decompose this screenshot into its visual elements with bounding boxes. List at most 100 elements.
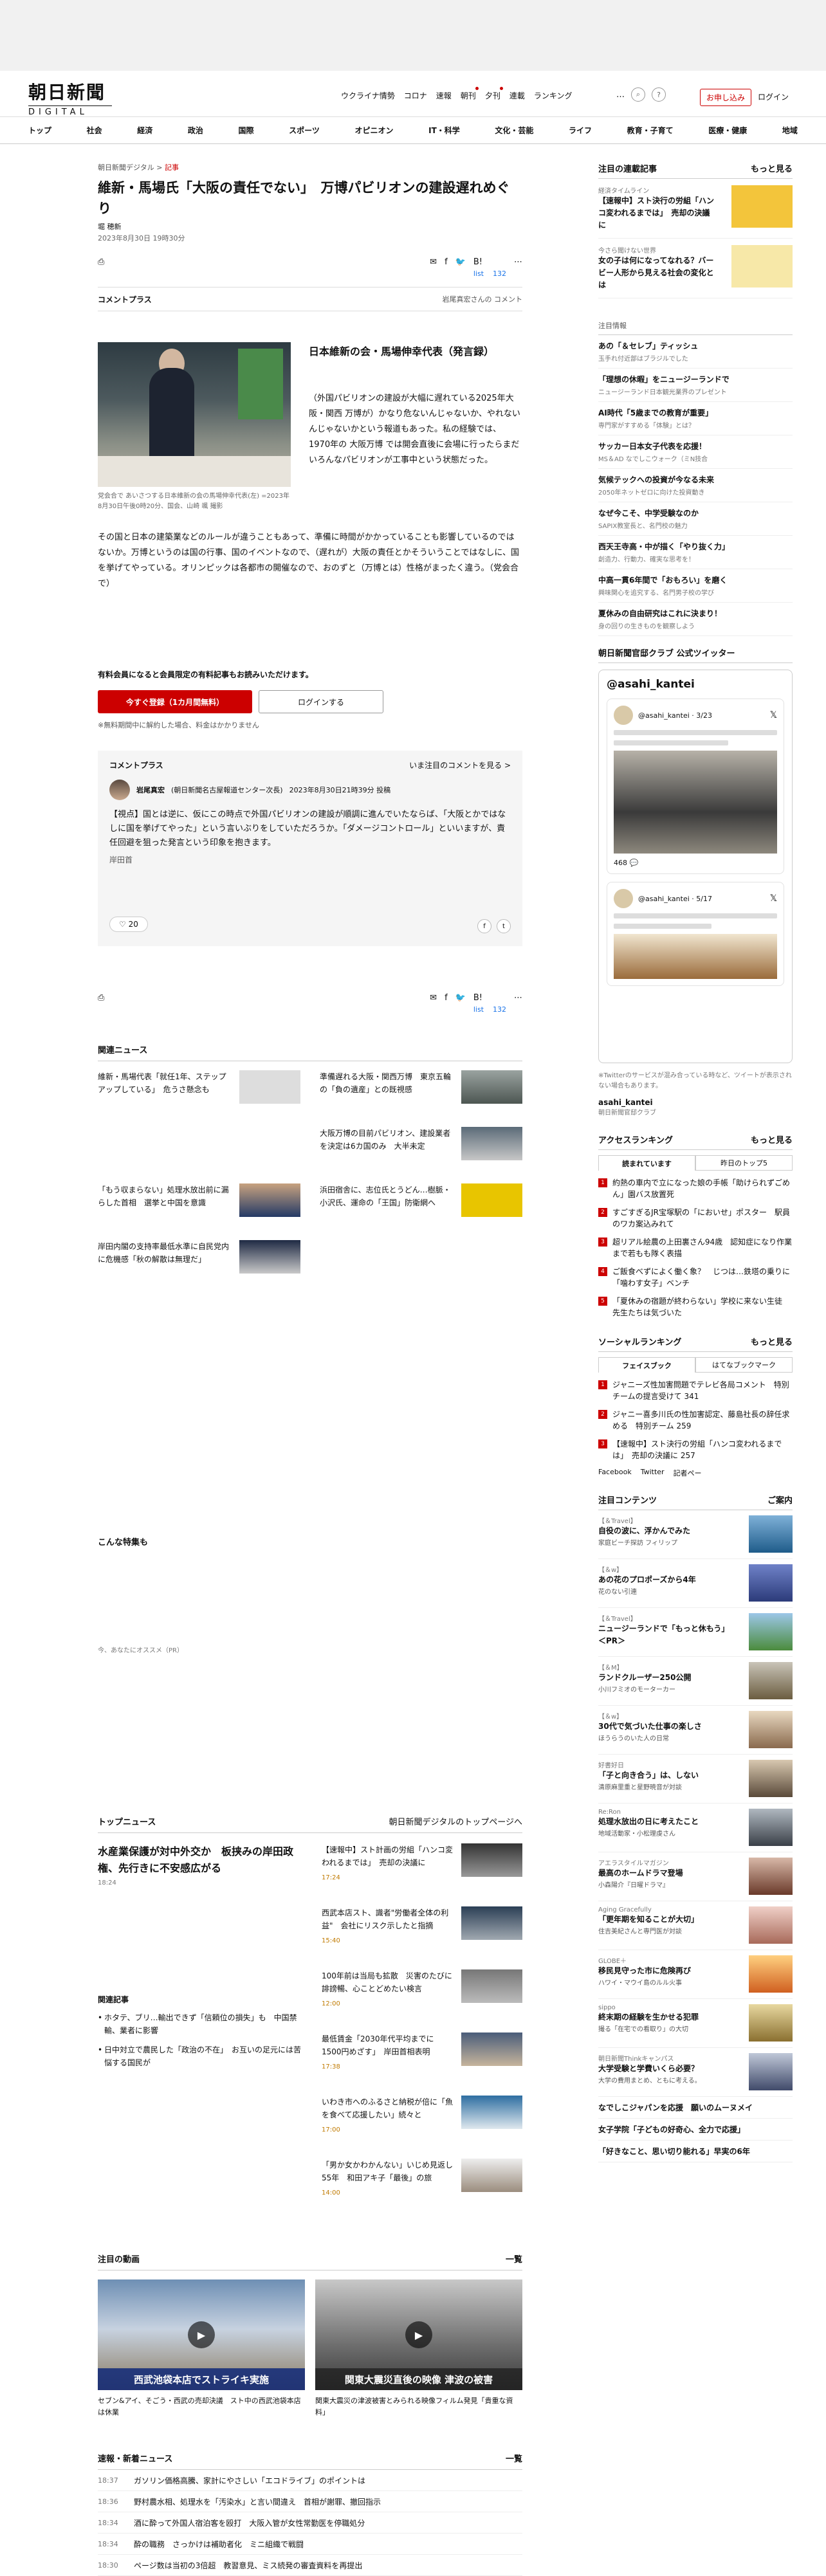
commenter-name[interactable]: 岩尾真宏	[136, 785, 165, 795]
crumb-site[interactable]: 朝日新聞デジタル	[98, 163, 154, 172]
list-item[interactable]: 西天王寺高・中が描く「やり抜く力」 創造力、行動力、確実な思考を！	[598, 536, 793, 569]
play-icon[interactable]: ▶	[188, 2321, 215, 2348]
list-item[interactable]: 好書好日 「子と向き合う」は、しない 清原麻里重と星野暁音が対談	[598, 1755, 793, 1804]
list-item[interactable]: AI時代「5歳までの教育が重要」 専門家がすすめる「体験」とは？	[598, 402, 793, 435]
cat-society[interactable]: 社会	[87, 125, 102, 136]
twitter-link[interactable]: Twitter	[641, 1468, 665, 1478]
cat-education[interactable]: 教育・子育て	[627, 125, 674, 136]
list-item[interactable]: なぜ今こそ、中学受験なのか SAPIX教室長と、名門校の魅力	[598, 502, 793, 536]
list-item[interactable]: Aging Gracefully 「更年期を知ることが大切」 住吉美紀さんと専門医が…	[598, 1901, 793, 1950]
list-item[interactable]: GLOBE＋ 移民見守った市に危険再び ハワイ・マウイ島のルル火事	[598, 1950, 793, 1999]
mail-icon[interactable]: ✉	[430, 257, 437, 267]
more-share-icon[interactable]: ⋯	[514, 993, 522, 1003]
video-list-link[interactable]: 一覧	[506, 2252, 522, 2265]
list-item[interactable]: 中高一貫6年間で「おもろい」を磨く 興味関心を追究する、名門男子校の学び	[598, 569, 793, 603]
list-item[interactable]: 2 ジャニー喜多川氏の性加害認定、藤島社長の辞任求める 特別チーム 259	[598, 1409, 793, 1432]
list-item[interactable]: 【速報中】スト計画の労組「ハンコ変われるまでは」 売却の決議に 17:24	[322, 1843, 522, 1906]
mail-icon[interactable]: ✉	[430, 993, 437, 1003]
list-item[interactable]: 18:36 野村農水相、処理水を「汚染水」と言い間違え 首相が謝罪、撤回指示	[98, 2491, 522, 2512]
twitter-icon[interactable]: t	[497, 919, 511, 933]
list-item[interactable]: 「理想の休暇」をニュージーランドで ニュージーランド日本観光業界のプレゼント	[598, 369, 793, 402]
video-card[interactable]: 西武池袋本店でストライキ実施 ▶ セブン&アイ、そごう・西武の売却決議 スト中の…	[98, 2279, 305, 2418]
twitter-handle[interactable]: @asahi_kantei	[607, 678, 784, 691]
more-share-icon[interactable]: ⋯	[514, 257, 522, 267]
list-item[interactable]: 日中対立で農民した「政治の不在」 お互いの足元には苦悩する国民が	[98, 2043, 304, 2069]
more-icon[interactable]: …	[616, 90, 625, 100]
list-item[interactable]: 1 ジャニーズ性加害問題でテレビ各局コメント 特別チームの提言受けて 341	[598, 1379, 793, 1402]
facebook-icon[interactable]: f	[477, 919, 491, 933]
cat-culture[interactable]: 文化・芸能	[495, 125, 533, 136]
cat-international[interactable]: 国際	[239, 125, 254, 136]
cat-politics[interactable]: 政治	[188, 125, 203, 136]
contents-guide-link[interactable]: ご案内	[767, 1494, 793, 1506]
login-button[interactable]: ログインする	[259, 690, 383, 713]
list-item[interactable]: 今さら聞けない世界 女の子は何になってなれる？バービー人形から見える社会の変化とは	[598, 239, 793, 298]
quick-list-link[interactable]: 一覧	[506, 2452, 522, 2464]
cat-sports[interactable]: スポーツ	[289, 125, 320, 136]
play-icon[interactable]: ▶	[405, 2321, 432, 2348]
tweet-card[interactable]: @asahi_kantei · 5/17 𝕏	[607, 882, 784, 986]
register-button[interactable]: 今すぐ登録（1カ月間無料）	[98, 690, 252, 713]
list-item[interactable]: ホタテ、ブリ…輸出できず「信頼位の損失」も 中国禁輸、業者に影響	[98, 2011, 304, 2037]
list-item[interactable]: 大阪万博の目前パビリオン、建設業者を決定は6カ国のみ 大半未定	[320, 1127, 522, 1183]
list-item[interactable]: 夏休みの自由研究はこれに決まり！ 身の回りの生きものを観察しよう	[598, 603, 793, 636]
list-item[interactable]: 18:34 酔の職務 さっかけは補助者化 ミニ組織で戦闘	[98, 2534, 522, 2555]
list-item[interactable]: 18:37 ガソリン価格高騰、家計にやさしい「エコドライブ」のポイントは	[98, 2470, 522, 2491]
nav-serial[interactable]: 連載	[509, 90, 525, 101]
nav-ukraine[interactable]: ウクライナ情勢	[341, 90, 395, 101]
cat-top[interactable]: トップ	[28, 125, 51, 136]
comment-plus-note[interactable]: 岩尾真宏さんの コメント	[443, 294, 523, 304]
list-item[interactable]: 「好きなこと、思い切り能れる」早実の6年	[598, 2141, 793, 2162]
tab-read[interactable]: 読まれています	[598, 1155, 695, 1171]
tweet-card[interactable]: @asahi_kantei · 3/23 𝕏 468 💬	[607, 699, 784, 874]
list-item[interactable]: 【＆M】 ランドクルーザー250公開 小川フミオのモーターカー	[598, 1657, 793, 1706]
article-author[interactable]: 堀 穂新	[98, 221, 522, 232]
list-item[interactable]: 【＆w】 あの花のプロポーズから4年 花のない引連	[598, 1559, 793, 1608]
site-logo[interactable]: 朝日新聞 DIGITAL	[28, 78, 112, 117]
list-item[interactable]: 18:30 ページ数は当初の3倍超 教習意見、ミス続発の審査資料を再提出	[98, 2555, 522, 2576]
list-item[interactable]: 準備遅れる大阪・関西万博 東京五輪の「負の遺産」との既視感	[320, 1070, 522, 1127]
social-more-link[interactable]: もっと見る	[751, 1335, 793, 1347]
hatena-icon[interactable]: B!	[473, 257, 482, 267]
top-lead-title[interactable]: 水産業保護が対中外交か 板挟みの岸田政権、先行きに不安感広がる	[98, 1843, 304, 1877]
list-item[interactable]: 浜田宿舎に、志位氏とうどん…樹脈・小沢氏、運命の「王国」防衛網へ	[320, 1183, 522, 1240]
print-icon[interactable]: ⎙	[98, 257, 104, 267]
cat-health[interactable]: 医療・健康	[708, 125, 747, 136]
twitter-icon[interactable]: 🐦	[455, 993, 466, 1003]
tab-yesterday[interactable]: 昨日のトップ5	[695, 1155, 793, 1171]
hatena-icon[interactable]: B!	[473, 993, 482, 1003]
list-item[interactable]: 朝日新聞Thinkキャンパス 大学受験と学費いくら必要？ 大学の費用まとめ、ともに考…	[598, 2048, 793, 2097]
list-item[interactable]: Re:Ron 処理水放出の日に考えたこと 地域活動家・小松理虔さん	[598, 1804, 793, 1852]
avatar[interactable]	[109, 780, 130, 800]
list-item[interactable]: 5 「夏休みの宿題が終わらない」学校に来ない生徒 先生たちは気づいた	[598, 1295, 793, 1319]
list-item[interactable]: 最低賃金「2030年代平均までに1500円めざす」 岸田首相表明 17:38	[322, 2032, 522, 2096]
cat-life[interactable]: ライフ	[569, 125, 592, 136]
list-item[interactable]: 【＆Travel】 ニュージーランドで「もっと休もう」＜PR＞	[598, 1608, 793, 1657]
facebook-link[interactable]: Facebook	[598, 1468, 632, 1478]
tab-hatena[interactable]: はてなブックマーク	[695, 1357, 793, 1373]
nav-evening[interactable]: 夕刊	[485, 87, 503, 101]
list-item[interactable]: 4 ご飯食べずによく働く象？ じつは…鉄塔の乗りに「噛わす女子」ベンチ	[598, 1266, 793, 1289]
list-item[interactable]: あの「＆セレブ」ティッシュ 玉手れ付近部はブラジルでした	[598, 335, 793, 369]
list-item[interactable]: なでしこジャパンを応援 願いのムーヌメイ	[598, 2097, 793, 2119]
list-item[interactable]: サッカー日本女子代表を応援！ MS＆AD なでしこウォーク（ミN技合	[598, 435, 793, 469]
list-item[interactable]: 18:34 酒に酔って外国人宿泊客を殴打 大阪入管が女性常勤医を停職処分	[98, 2512, 522, 2534]
nav-ranking[interactable]: ランキング	[534, 90, 573, 101]
serial-more-link[interactable]: もっと見る	[751, 162, 793, 174]
facebook-icon[interactable]: f	[445, 257, 448, 267]
list-item[interactable]: アエラスタイルマガジン 最高のホームドラマ登場 小森陽介『日曜ドラマ』	[598, 1852, 793, 1901]
list-item[interactable]: 岸田内閣の支持率最低水準に自民党内に危機感「秋の解散は無理だ」	[98, 1240, 300, 1297]
subscribe-button[interactable]: お申し込み	[700, 89, 752, 106]
cat-it[interactable]: IT・科学	[428, 125, 460, 136]
nav-corona[interactable]: コロナ	[404, 90, 427, 101]
list-item[interactable]: いわき市へのふるさと納税が倍に「魚を食べて応援したい」続々と 17:00	[322, 2096, 522, 2159]
facebook-icon[interactable]: f	[445, 993, 448, 1003]
like-button[interactable]: ♡ 20	[109, 917, 148, 932]
tweet-image[interactable]	[614, 751, 777, 854]
video-card[interactable]: 関東大震災直後の映像 津波の被害 ▶ 関東大震災の津波被害とみられる映像フィルム…	[315, 2279, 522, 2418]
list-item[interactable]: 西武本店スト、識者"労働者全体の利益" 会社にリスク示したと指摘 15:40	[322, 1906, 522, 1969]
list-item[interactable]: 100年前は当局も拡散 災害のたびに誹謗暢、心ことどめたい検言 12:00	[322, 1969, 522, 2032]
help-icon[interactable]: ?	[652, 87, 666, 102]
cat-economy[interactable]: 経済	[137, 125, 152, 136]
reporter-page-link[interactable]: 記者ペー	[674, 1468, 702, 1478]
